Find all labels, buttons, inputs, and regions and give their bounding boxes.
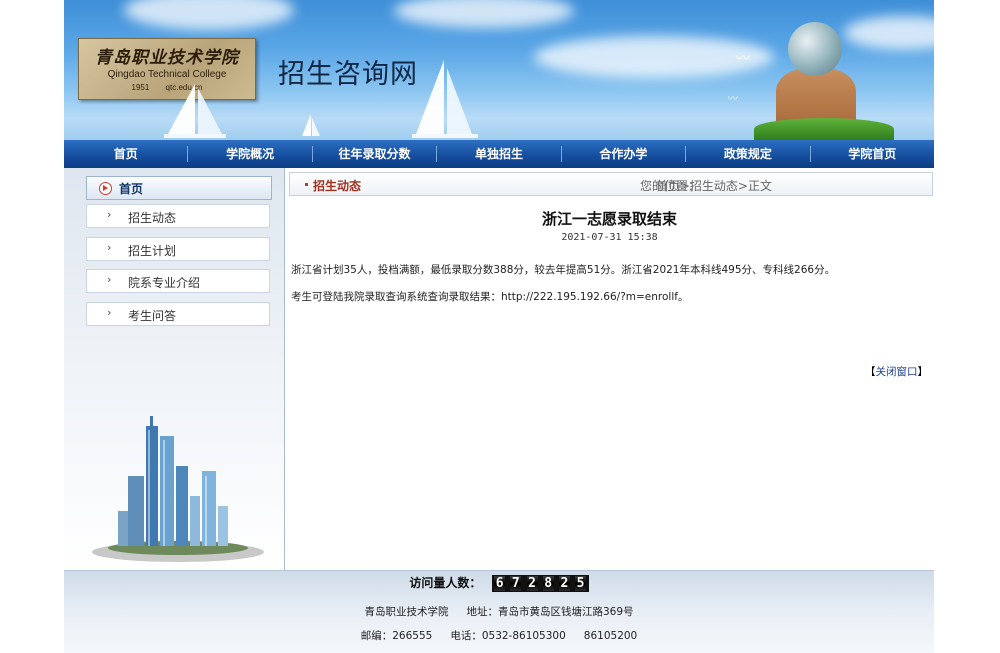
sidebar-item-admission-news[interactable]: › 招生动态 bbox=[86, 204, 270, 228]
visit-counter-label: 访问量人数： bbox=[409, 576, 482, 590]
close-window-label: 关闭窗口 bbox=[875, 366, 918, 378]
nav-item-home[interactable]: 首页 bbox=[64, 140, 187, 168]
footer-contact-line: 邮编：266555 电话：0532-86105300 86105200 bbox=[64, 628, 934, 643]
nav-item-college-home[interactable]: 学院首页 bbox=[811, 140, 934, 168]
footer-phone: 电话：0532-86105300 bbox=[450, 630, 566, 642]
sidebar-item-departments[interactable]: › 院系专业介绍 bbox=[86, 269, 270, 293]
city-skyline-image bbox=[92, 416, 264, 562]
footer-address-line: 青岛职业技术学院 地址：青岛市黄岛区钱塘江路369号 bbox=[64, 604, 934, 619]
cloud-decoration bbox=[844, 16, 934, 50]
globe-icon bbox=[788, 22, 842, 76]
grass-decoration bbox=[754, 118, 894, 140]
sidebar-item-label: 考生问答 bbox=[128, 308, 177, 323]
sidebar-item-faq[interactable]: › 考生问答 bbox=[86, 301, 270, 326]
sidebar-home-label: 首页 bbox=[119, 182, 144, 196]
sidebar: 首页 › 招生动态 › 招生计划 › 院系专业介绍 › 考生问答 bbox=[64, 168, 285, 570]
footer: 访问量人数： 6 7 2 8 2 5 青岛职业技术学院 地址：青岛市黄岛区钱塘江路… bbox=[64, 570, 934, 653]
sidebar-item-label: 招生动态 bbox=[128, 211, 177, 225]
bird-icon: 〰 bbox=[728, 94, 738, 105]
nav-item-independent-admission[interactable]: 单独招生 bbox=[437, 140, 560, 168]
counter-digit: 5 bbox=[575, 576, 587, 591]
visit-counter-row: 访问量人数： 6 7 2 8 2 5 bbox=[64, 574, 934, 592]
play-circle-icon bbox=[99, 182, 112, 195]
bracket-open: 【 bbox=[865, 366, 876, 378]
sidebar-item-admission-plan[interactable]: › 招生计划 bbox=[86, 236, 270, 261]
breadcrumb-path[interactable]: 首页>招生动态>正文 bbox=[656, 177, 772, 194]
counter-digit: 2 bbox=[558, 576, 570, 591]
main-nav: 首页 学院概况 往年录取分数 单独招生 合作办学 政策规定 学院首页 bbox=[64, 140, 934, 168]
nav-item-policy[interactable]: 政策规定 bbox=[686, 140, 809, 168]
logo-chinese-name: 青岛职业技术学院 bbox=[95, 48, 239, 68]
logo-year: 1951 bbox=[131, 83, 150, 92]
counter-digit: 6 bbox=[494, 576, 506, 591]
visit-counter: 6 7 2 8 2 5 bbox=[491, 575, 589, 592]
counter-digit: 2 bbox=[526, 576, 538, 591]
article-panel: 招生动态 您的位置： 首页>招生动态>正文 浙江一志愿录取结束 2021-07-… bbox=[285, 168, 934, 570]
sailboat-icon bbox=[412, 60, 478, 138]
footer-address: 地址：青岛市黄岛区钱塘江路369号 bbox=[466, 606, 634, 618]
sidebar-home-link[interactable]: 首页 bbox=[86, 176, 272, 200]
close-window-button[interactable]: 【关闭窗口】 bbox=[865, 364, 928, 379]
chevron-right-icon: › bbox=[107, 240, 112, 254]
chevron-right-icon: › bbox=[107, 273, 112, 286]
counter-digit: 7 bbox=[510, 576, 522, 591]
chevron-right-icon: › bbox=[107, 305, 112, 319]
breadcrumb: 招生动态 您的位置： 首页>招生动态>正文 bbox=[289, 172, 933, 196]
chevron-right-icon: › bbox=[107, 208, 112, 221]
bird-icon: 〰 bbox=[736, 51, 750, 67]
sidebar-menu: › 招生动态 › 招生计划 › 院系专业介绍 › 考生问答 bbox=[86, 204, 270, 334]
sidebar-item-label: 院系专业介绍 bbox=[128, 276, 201, 290]
nav-item-about[interactable]: 学院概况 bbox=[188, 140, 311, 168]
page-wrapper: 青岛职业技术学院 Qingdao Technical College 1951 … bbox=[64, 0, 934, 653]
nav-item-cooperation[interactable]: 合作办学 bbox=[562, 140, 685, 168]
nav-item-past-scores[interactable]: 往年录取分数 bbox=[313, 140, 436, 168]
logo-english-name: Qingdao Technical College bbox=[107, 69, 227, 80]
site-title: 招生咨询网 bbox=[278, 59, 418, 90]
sidebar-item-label: 招生计划 bbox=[128, 243, 177, 258]
sailboat-icon bbox=[302, 114, 320, 136]
category-title[interactable]: 招生动态 bbox=[313, 177, 361, 194]
article-paragraph: 浙江省计划35人，投档满额，最低录取分数388分，较去年提高51分。浙江省202… bbox=[291, 264, 836, 276]
article-datetime: 2021-07-31 15:38 bbox=[561, 232, 658, 243]
footer-phone-2: 86105200 bbox=[583, 630, 638, 642]
bullet-icon bbox=[305, 183, 308, 186]
counter-digit: 8 bbox=[542, 576, 554, 591]
sailboat-icon bbox=[164, 84, 226, 138]
article-paragraph: 考生可登陆我院录取查询系统查询录取结果：http://222.195.192.6… bbox=[291, 291, 689, 303]
footer-postcode: 邮编：266555 bbox=[360, 630, 433, 642]
cloud-decoration bbox=[124, 0, 294, 30]
header-banner: 青岛职业技术学院 Qingdao Technical College 1951 … bbox=[64, 0, 934, 140]
article-title: 浙江一志愿录取结束 bbox=[541, 210, 677, 228]
cloud-decoration bbox=[394, 0, 574, 28]
bracket-close: 】 bbox=[917, 366, 929, 378]
footer-school-name: 青岛职业技术学院 bbox=[364, 606, 449, 618]
